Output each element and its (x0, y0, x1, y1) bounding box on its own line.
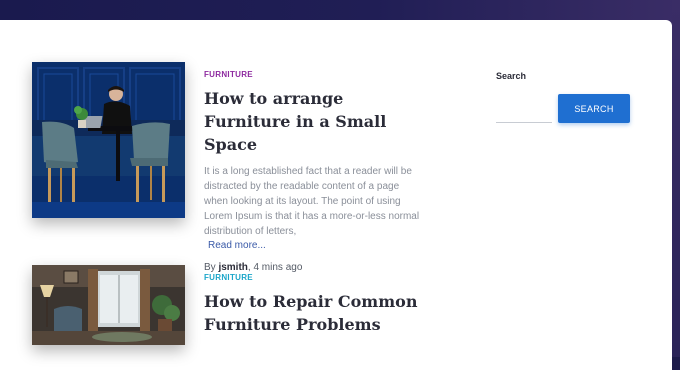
post-body: FURNITURE How to Repair Common Furniture… (204, 265, 422, 336)
post-category[interactable]: FURNITURE (204, 70, 422, 79)
post-thumbnail[interactable] (32, 265, 185, 345)
post-thumbnail[interactable] (32, 62, 185, 218)
living-room-image (32, 265, 185, 345)
post-excerpt: It is a long established fact that a rea… (204, 164, 422, 252)
search-button[interactable]: SEARCH (558, 94, 630, 123)
page-edge-background (672, 0, 680, 357)
dining-room-image (32, 62, 185, 218)
post-body: FURNITURE How to arrange Furniture in a … (204, 62, 422, 273)
post-title[interactable]: How to Repair Common Furniture Problems (204, 290, 422, 336)
read-more-link[interactable]: Read more... (208, 239, 422, 252)
post-category[interactable]: FURNITURE (204, 273, 422, 282)
post-title[interactable]: How to arrange Furniture in a Small Spac… (204, 87, 422, 156)
post-excerpt-text: It is a long established fact that a rea… (204, 166, 420, 237)
search-input[interactable] (496, 94, 552, 123)
search-widget-title: Search (496, 71, 527, 81)
